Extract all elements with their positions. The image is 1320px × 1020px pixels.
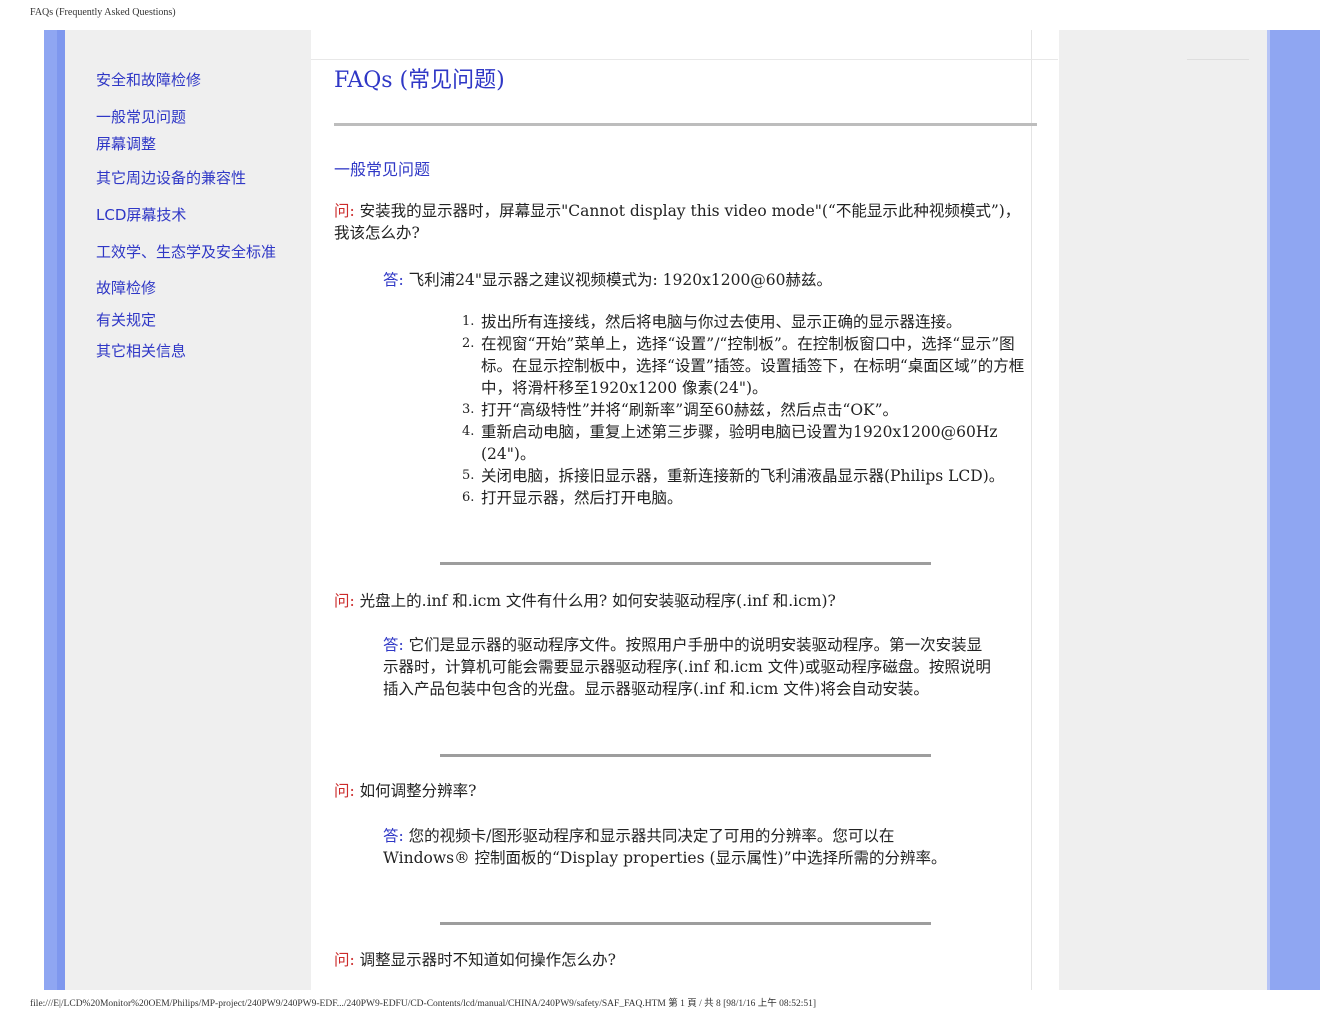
list-item: 1. 拔出所有连接线，然后将电脑与你过去使用、显示正确的显示器连接。 (462, 313, 962, 331)
print-footer-path: file:///E|/LCD%20Monitor%20OEM/Philips/M… (30, 999, 817, 1009)
answer-text: 飞利浦24"显示器之建议视频模式为: 1920x1200@60赫兹。 (408, 271, 833, 289)
sidebar-item-safety[interactable]: 安全和故障检修 (96, 69, 201, 90)
list-item: 4. 重新启动电脑，重复上述第三步骤，验明电脑已设置为1920x1200@60Hz… (462, 423, 998, 463)
top-divider (311, 59, 1058, 60)
sidebar-item-troubleshoot[interactable]: 故障检修 (96, 277, 156, 298)
answer-text: 您的视频卡/图形驱动程序和显示器共同决定了可用的分辨率。您可以在Windows®… (383, 827, 947, 867)
question-label: 问: (334, 782, 355, 800)
list-item: 2. 在视窗“开始”菜单上，选择“设置”/“控制板”。在控制板窗口中，选择“显示”… (462, 335, 1025, 397)
list-item: 5. 关闭电脑，拆接旧显示器，重新连接新的飞利浦液晶显示器(Philips LCD… (462, 467, 1005, 485)
list-item: 6. 打开显示器，然后打开电脑。 (462, 489, 683, 507)
sidebar-item-other-info[interactable]: 其它相关信息 (96, 340, 186, 361)
question-3: 问: 如何调整分辨率? (334, 780, 1034, 802)
question-1: 问: 安装我的显示器时，屏幕显示"Cannot display this vid… (334, 200, 1034, 244)
print-header-title: FAQs (Frequently Asked Questions) (30, 7, 176, 18)
answer-2: 答: 它们是显示器的驱动程序文件。按照用户手册中的说明安装驱动程序。第一次安装显… (383, 634, 993, 700)
answer-label: 答: (383, 271, 404, 289)
answer-text: 它们是显示器的驱动程序文件。按照用户手册中的说明安装驱动程序。第一次安装显示器时… (383, 636, 991, 698)
question-text: 如何调整分辨率? (359, 782, 477, 800)
section-title: 一般常见问题 (334, 160, 431, 179)
sidebar-item-regulatory[interactable]: 有关规定 (96, 309, 156, 330)
sidebar-item-screen-adjust[interactable]: 屏幕调整 (96, 133, 156, 154)
question-text: 调整显示器时不知道如何操作怎么办? (359, 951, 616, 969)
left-frame-bar (44, 30, 65, 990)
page-title: FAQs (常见问题) (334, 68, 505, 93)
question-4: 问: 调整显示器时不知道如何操作怎么办? (334, 949, 1034, 971)
answer-label: 答: (383, 636, 404, 654)
sidebar-item-compatibility[interactable]: 其它周边设备的兼容性 (96, 167, 246, 188)
answer-3: 答: 您的视频卡/图形驱动程序和显示器共同决定了可用的分辨率。您可以在Windo… (383, 825, 978, 869)
answer-label: 答: (383, 827, 404, 845)
qa-divider (440, 562, 931, 565)
list-item: 3. 打开“高级特性”并将“刷新率”调至60赫兹，然后点击“OK”。 (462, 401, 899, 419)
answer-1: 答: 飞利浦24"显示器之建议视频模式为: 1920x1200@60赫兹。 (383, 269, 1023, 291)
qa-divider (440, 754, 931, 757)
question-label: 问: (334, 951, 355, 969)
sidebar-item-ergonomics[interactable]: 工效学、生态学及安全标准 (96, 241, 276, 262)
steps-list: 1. 拔出所有连接线，然后将电脑与你过去使用、显示正确的显示器连接。 2. 在视窗“… (462, 311, 1032, 509)
sidebar-item-general-faq[interactable]: 一般常见问题 (96, 106, 186, 127)
title-divider (334, 123, 1037, 126)
sidebar-item-lcd-tech[interactable]: LCD屏幕技术 (96, 204, 186, 225)
right-frame-bar (1267, 30, 1320, 990)
question-2: 问: 光盘上的.inf 和.icm 文件有什么用? 如何安装驱动程序(.inf … (334, 590, 1034, 612)
question-label: 问: (334, 592, 355, 610)
question-label: 问: (334, 202, 355, 220)
right-panel (1059, 30, 1267, 990)
question-text: 光盘上的.inf 和.icm 文件有什么用? 如何安装驱动程序(.inf 和.i… (359, 592, 836, 610)
question-text: 安装我的显示器时，屏幕显示"Cannot display this video … (334, 202, 1021, 242)
qa-divider (440, 922, 931, 925)
